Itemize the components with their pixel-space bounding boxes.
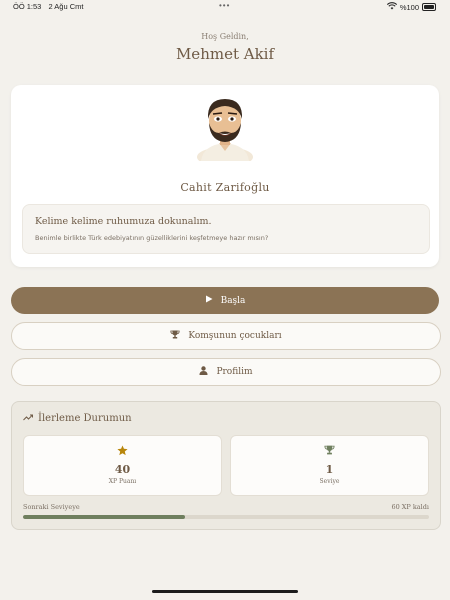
wifi-icon: [386, 2, 397, 12]
start-button[interactable]: Başla: [11, 287, 439, 314]
multitasking-dots-icon[interactable]: •••: [219, 1, 230, 10]
xp-label: XP Puanı: [108, 478, 137, 485]
status-time: ÖÖ 1:53: [13, 2, 42, 11]
level-label: Seviye: [319, 478, 340, 485]
status-date: 2 Ağu Cmt: [48, 2, 84, 11]
mentor-quote-box: Kelime kelime ruhumuza dokunalım. Beniml…: [22, 204, 430, 254]
greeting-text: Hoş Geldin,: [201, 32, 249, 41]
trending-up-icon: [23, 413, 33, 424]
mentor-avatar: [191, 93, 259, 167]
mentor-name: Cahit Zarifoğlu: [180, 181, 270, 194]
progress-bar-fill: [23, 515, 186, 519]
mentor-card: Cahit Zarifoğlu Kelime kelime ruhumuza d…: [11, 85, 439, 267]
user-icon: [199, 366, 208, 378]
book-button-label: Komşunun çocukları: [188, 331, 282, 341]
book-button[interactable]: Komşunun çocukları: [11, 322, 441, 350]
battery-percent: %100: [399, 2, 419, 12]
level-value: 1: [325, 463, 334, 476]
battery-icon: [422, 3, 436, 11]
mentor-subtext: Benimle birlikte Türk edebiyatının güzel…: [35, 234, 269, 242]
trophy-icon: [170, 330, 180, 342]
xp-value: 40: [114, 463, 131, 476]
profile-button[interactable]: Profilim: [11, 358, 441, 386]
status-indicators: %100: [386, 2, 436, 12]
xp-stat-card: 40 XP Puanı: [23, 435, 222, 496]
status-bar: ÖÖ 1:53 2 Ağu Cmt ••• %100: [0, 0, 450, 12]
next-level-label: Sonraki Seviyeye: [23, 503, 80, 511]
progress-title: İlerleme Durumun: [23, 413, 132, 424]
level-stat-card: 1 Seviye: [230, 435, 429, 496]
xp-remaining: 60 XP kaldı: [391, 503, 429, 511]
star-icon: [24, 445, 221, 459]
play-icon: [205, 295, 213, 306]
user-name: Mehmet Akif: [175, 45, 275, 63]
progress-title-text: İlerleme Durumun: [38, 413, 132, 424]
profile-button-label: Profilim: [216, 367, 253, 377]
home-indicator[interactable]: [152, 590, 298, 593]
start-button-label: Başla: [220, 295, 246, 306]
mentor-quote: Kelime kelime ruhumuza dokunalım.: [35, 216, 212, 227]
trophy-icon: [231, 445, 428, 458]
status-time-date: ÖÖ 1:53 2 Ağu Cmt: [13, 2, 88, 11]
progress-panel: İlerleme Durumun 40 XP Puanı 1 Seviye So…: [11, 401, 441, 530]
progress-bar: [23, 515, 429, 519]
